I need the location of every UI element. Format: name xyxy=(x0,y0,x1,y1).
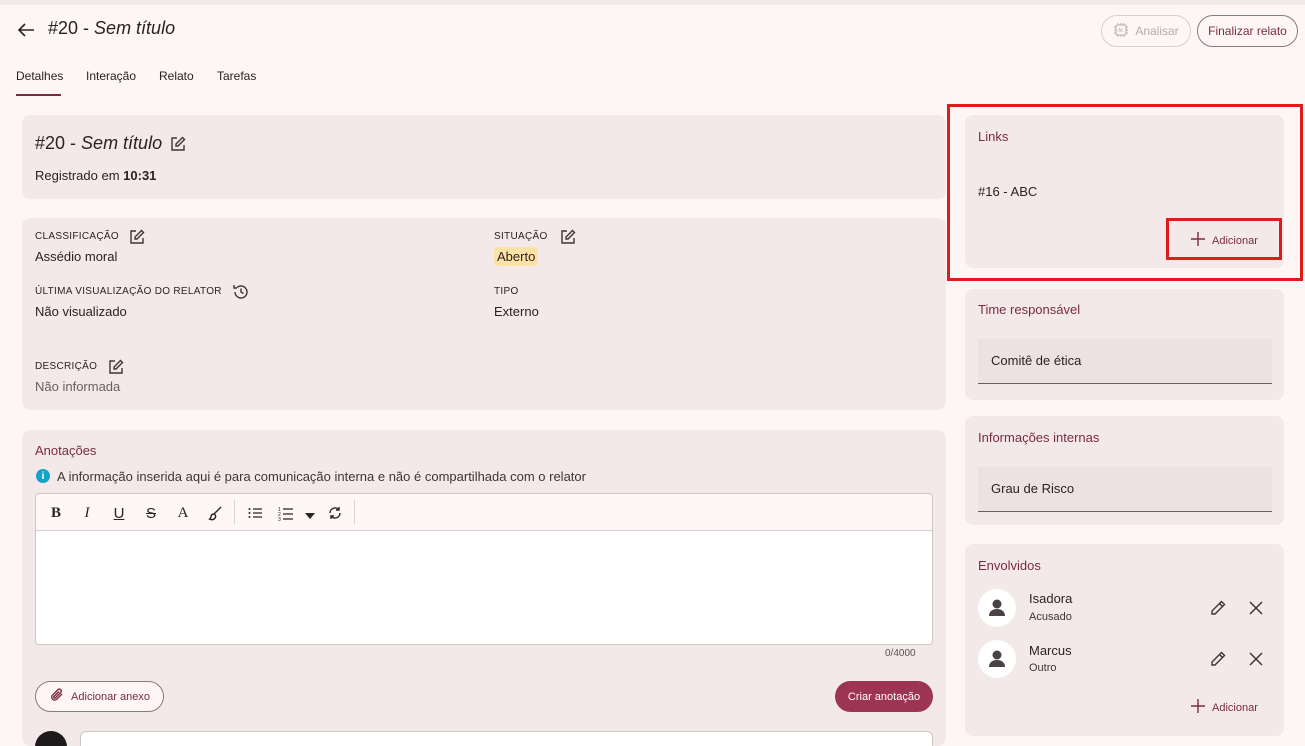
ai-chip-icon: AI xyxy=(1113,22,1129,41)
highlight-brush-icon[interactable] xyxy=(205,503,225,523)
status-label: SITUAÇÃO xyxy=(494,231,548,242)
edit-status-icon[interactable] xyxy=(559,228,577,246)
edit-pencil-icon[interactable] xyxy=(1208,649,1228,669)
status-badge: Aberto xyxy=(494,247,539,266)
edit-title-icon[interactable] xyxy=(169,135,187,153)
involved-title: Envolvidos xyxy=(978,558,1041,573)
bold-button[interactable]: B xyxy=(46,503,66,523)
person-avatar xyxy=(978,589,1016,627)
back-arrow-icon[interactable] xyxy=(14,18,38,42)
tab-relato[interactable]: Relato xyxy=(159,69,194,83)
plus-icon xyxy=(1190,698,1206,717)
active-tab-indicator xyxy=(16,94,61,96)
finalize-button-label: Finalizar relato xyxy=(1208,24,1287,38)
top-divider xyxy=(0,0,1305,5)
summary-title: #20 - Sem título xyxy=(35,133,162,154)
summary-separator: - xyxy=(65,133,82,153)
person-name: Marcus xyxy=(1029,643,1072,658)
strikethrough-button[interactable]: S xyxy=(141,503,161,523)
person-name: Isadora xyxy=(1029,591,1073,606)
svg-text:AI: AI xyxy=(1118,28,1123,34)
notes-title: Anotações xyxy=(35,443,97,458)
team-field[interactable]: Comitê de ética xyxy=(978,339,1272,384)
page-title: #20 - Sem título xyxy=(48,18,175,39)
edit-description-icon[interactable] xyxy=(107,358,125,376)
create-note-button[interactable]: Criar anotação xyxy=(835,681,933,712)
registered-time: Registrado em 10:31 xyxy=(35,168,156,183)
registered-time-value: 10:31 xyxy=(123,168,157,183)
analyze-button-label: Analisar xyxy=(1135,24,1179,38)
highlight-box-add xyxy=(1166,218,1282,260)
create-note-label: Criar anotação xyxy=(847,690,921,703)
numbered-list-dropdown-icon[interactable]: 123 xyxy=(277,503,317,523)
svg-text:3: 3 xyxy=(278,517,281,521)
person-role: Outro xyxy=(1029,662,1057,674)
team-title: Time responsável xyxy=(978,302,1081,317)
add-involved-button[interactable]: Adicionar xyxy=(1190,698,1258,717)
character-counter: 0/4000 xyxy=(885,648,916,659)
edit-classification-icon[interactable] xyxy=(128,228,146,246)
person-avatar xyxy=(978,640,1016,678)
edit-pencil-icon[interactable] xyxy=(1208,598,1228,618)
notes-info-text: A informação inserida aqui é para comuni… xyxy=(57,469,586,484)
bullet-list-icon[interactable] xyxy=(245,503,265,523)
tab-tarefas[interactable]: Tarefas xyxy=(217,69,256,83)
type-label: TIPO xyxy=(494,286,519,297)
note-entry-input[interactable] xyxy=(80,731,933,746)
type-value: Externo xyxy=(494,304,539,319)
details-card xyxy=(22,218,946,410)
classification-label: CLASSIFICAÇÃO xyxy=(35,231,119,242)
editor-toolbar xyxy=(36,494,932,531)
last-view-label: ÚLTIMA VISUALIZAÇÃO DO RELATOR xyxy=(35,286,222,297)
tab-detalhes[interactable]: Detalhes xyxy=(16,69,63,83)
font-color-button[interactable]: A xyxy=(173,503,193,523)
classification-value: Assédio moral xyxy=(35,249,118,264)
page-title-text: Sem título xyxy=(94,18,176,38)
summary-card xyxy=(22,115,946,199)
analyze-button[interactable]: AI Analisar xyxy=(1101,15,1191,47)
add-attachment-label: Adicionar anexo xyxy=(71,690,150,703)
last-view-value: Não visualizado xyxy=(35,304,127,319)
toolbar-separator xyxy=(354,500,355,524)
description-value: Não informada xyxy=(35,379,121,394)
add-involved-label: Adicionar xyxy=(1212,701,1258,714)
toolbar-separator xyxy=(234,500,235,524)
paperclip-icon xyxy=(49,687,65,706)
clear-format-icon[interactable] xyxy=(325,503,345,523)
tab-interacao[interactable]: Interação xyxy=(86,69,136,83)
risk-level-field[interactable]: Grau de Risco xyxy=(978,467,1272,512)
registered-prefix: Registrado em xyxy=(35,168,124,183)
add-attachment-button[interactable]: Adicionar anexo xyxy=(35,681,164,712)
info-icon: i xyxy=(36,469,50,483)
underline-button[interactable]: U xyxy=(109,503,129,523)
description-label: DESCRIÇÃO xyxy=(35,361,98,372)
person-role: Acusado xyxy=(1029,611,1072,623)
history-icon[interactable] xyxy=(232,283,250,301)
close-icon[interactable] xyxy=(1246,598,1266,618)
internal-info-title: Informações internas xyxy=(978,430,1100,445)
page-title-number: #20 xyxy=(48,18,79,38)
summary-number: #20 xyxy=(35,133,66,153)
close-icon[interactable] xyxy=(1246,649,1266,669)
italic-button[interactable]: I xyxy=(77,503,97,523)
page-title-separator: - xyxy=(78,18,95,38)
finalize-report-button[interactable]: Finalizar relato xyxy=(1197,15,1298,47)
summary-title-text: Sem título xyxy=(81,133,163,153)
